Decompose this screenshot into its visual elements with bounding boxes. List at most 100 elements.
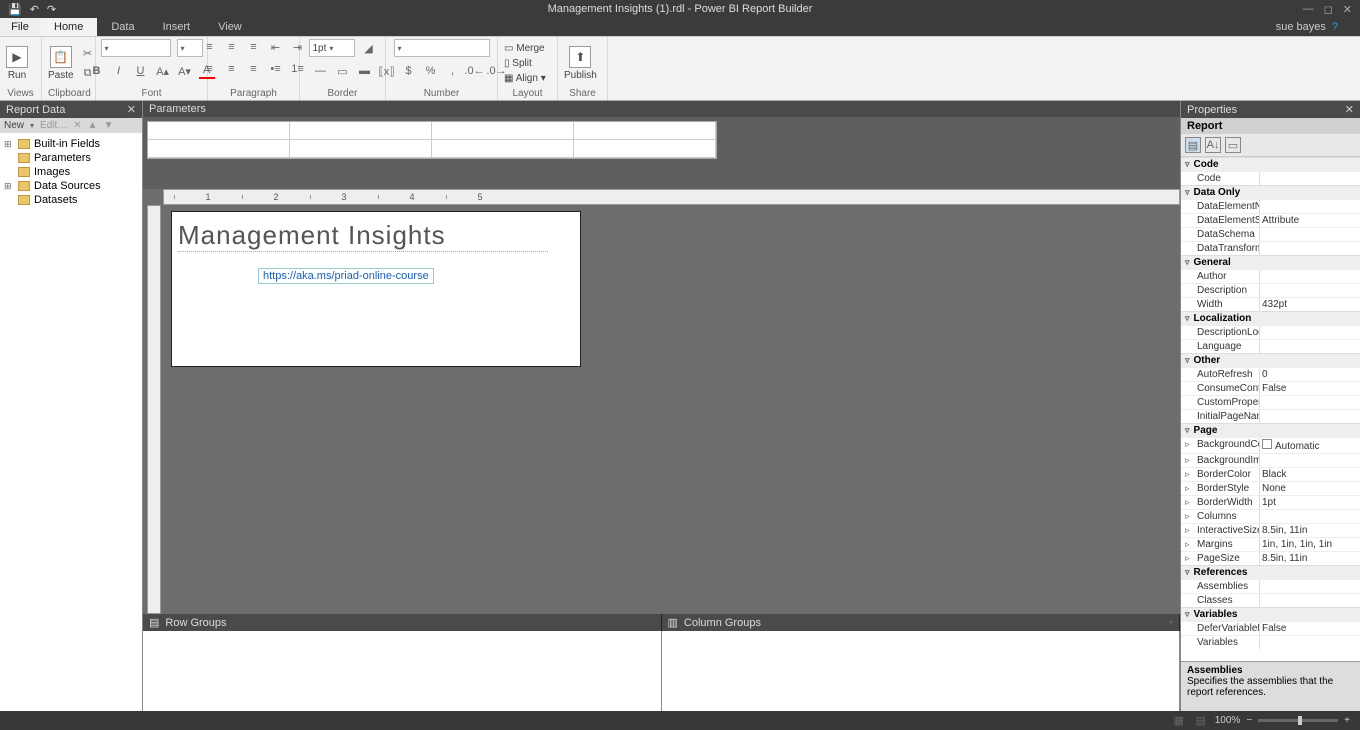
prop-row[interactable]: DeferVariableEvalFalse [1181,621,1360,635]
report-link-textbox[interactable]: https://aka.ms/priad-online-course [258,268,434,284]
publish-button[interactable]: ⬆Publish [564,46,597,81]
grow-font-icon[interactable]: A▴ [155,63,171,79]
undo-icon[interactable]: ↶ [30,3,39,16]
tree-item[interactable]: Images [4,165,138,179]
align-middle-icon[interactable]: ≡ [224,39,240,55]
prop-row[interactable]: InitialPageName [1181,409,1360,423]
move-down-icon[interactable]: ▼ [104,120,114,131]
report-title-textbox[interactable]: Management Insights [178,220,548,252]
new-button[interactable]: New [4,120,24,131]
file-menu[interactable]: File [0,18,40,36]
decrease-indent-icon[interactable]: ⇤ [268,39,284,55]
percent-icon[interactable]: % [423,63,439,79]
prop-category[interactable]: General [1181,255,1360,269]
prop-category[interactable]: Page [1181,423,1360,437]
border-style-icon[interactable]: — [313,63,329,79]
alphabetical-icon[interactable]: A↓ [1205,137,1221,153]
tab-data[interactable]: Data [97,18,148,36]
currency-icon[interactable]: $ [401,63,417,79]
prop-row[interactable]: Language [1181,339,1360,353]
prop-row[interactable]: Description [1181,283,1360,297]
bullets-icon[interactable]: •≡ [268,61,284,77]
parameters-grid[interactable] [147,121,717,159]
border-color-icon[interactable]: ◢ [361,40,377,56]
prop-row[interactable]: DataElementStyleAttribute [1181,213,1360,227]
prop-category[interactable]: Code [1181,157,1360,171]
report-canvas[interactable]: Management Insights https://aka.ms/priad… [171,211,581,367]
align-center-icon[interactable]: ≡ [224,61,240,77]
prop-category[interactable]: Data Only [1181,185,1360,199]
prop-row[interactable]: Margins1in, 1in, 1in, 1in [1181,537,1360,551]
align-right-icon[interactable]: ≡ [246,61,262,77]
tree-item[interactable]: ⊞Data Sources [4,179,138,193]
delete-icon[interactable]: ✕ [73,120,81,131]
prop-row[interactable]: Author [1181,269,1360,283]
prop-row[interactable]: BorderStyleNone [1181,481,1360,495]
border-width-combo[interactable]: 1pt [309,39,355,57]
prop-row[interactable]: DataSchema [1181,227,1360,241]
move-up-icon[interactable]: ▲ [88,120,98,131]
run-button[interactable]: ▶Run [6,46,28,81]
align-top-icon[interactable]: ≡ [202,39,218,55]
placeholder-icon[interactable]: ⟦x⟧ [379,63,395,79]
prop-row[interactable]: DescriptionLocID [1181,325,1360,339]
layout-view1-icon[interactable]: ▦ [1171,713,1187,729]
prop-row[interactable]: Width432pt [1181,297,1360,311]
close-panel-icon[interactable]: ✕ [127,103,136,116]
prop-row[interactable]: Assemblies [1181,579,1360,593]
save-icon[interactable]: 💾 [8,3,22,16]
user-name[interactable]: sue bayes [1276,21,1326,33]
prop-row[interactable]: AutoRefresh0 [1181,367,1360,381]
categorized-icon[interactable]: ▤ [1185,137,1201,153]
tree-item[interactable]: Parameters [4,151,138,165]
prop-category[interactable]: References [1181,565,1360,579]
tab-home[interactable]: Home [40,18,97,36]
align-button[interactable]: ▦ Align ▾ [504,73,546,84]
font-size-combo[interactable] [177,39,203,57]
cut-icon[interactable]: ✂ [80,46,96,62]
paste-button[interactable]: 📋Paste [48,46,74,81]
prop-row[interactable]: PageSize8.5in, 11in [1181,551,1360,565]
close-properties-icon[interactable]: ✕ [1345,103,1354,116]
comma-icon[interactable]: , [445,63,461,79]
merge-button[interactable]: ▭ Merge [504,43,546,54]
prop-category[interactable]: Variables [1181,607,1360,621]
prop-row[interactable]: InteractiveSize8.5in, 11in [1181,523,1360,537]
prop-row[interactable]: BorderWidth1pt [1181,495,1360,509]
edit-button[interactable]: Edit… [40,120,67,131]
prop-row[interactable]: BackgroundColorAutomatic [1181,437,1360,453]
font-family-combo[interactable] [101,39,171,57]
tab-view[interactable]: View [204,18,256,36]
tree-item[interactable]: Datasets [4,193,138,207]
increase-decimal-icon[interactable]: .0← [467,63,483,79]
help-icon[interactable]: ? [1332,21,1338,33]
prop-row[interactable]: Code [1181,171,1360,185]
prop-row[interactable]: Variables [1181,635,1360,649]
groups-menu-icon[interactable] [1169,618,1179,627]
underline-icon[interactable]: U [133,63,149,79]
prop-row[interactable]: DataElementNam [1181,199,1360,213]
prop-row[interactable]: BorderColorBlack [1181,467,1360,481]
prop-row[interactable]: Columns [1181,509,1360,523]
prop-category[interactable]: Other [1181,353,1360,367]
layout-view2-icon[interactable]: ▤ [1193,713,1209,729]
bold-icon[interactable]: B [89,63,105,79]
number-format-combo[interactable] [394,39,490,57]
tree-item[interactable]: ⊞Built-in Fields [4,137,138,151]
prop-row[interactable]: CustomPropertie [1181,395,1360,409]
zoom-out-icon[interactable]: − [1246,715,1252,726]
split-button[interactable]: ▯ Split [504,58,546,69]
border-preset-icon[interactable]: ▭ [335,63,351,79]
zoom-slider[interactable] [1258,719,1338,722]
tab-insert[interactable]: Insert [149,18,205,36]
prop-row[interactable]: ConsumeContainFalse [1181,381,1360,395]
align-left-icon[interactable]: ≡ [202,61,218,77]
fill-color-icon[interactable]: ▬ [357,63,373,79]
zoom-in-icon[interactable]: + [1344,715,1350,726]
shrink-font-icon[interactable]: A▾ [177,63,193,79]
close-icon[interactable]: ✕ [1343,3,1352,16]
prop-row[interactable]: Classes [1181,593,1360,607]
align-bottom-icon[interactable]: ≡ [246,39,262,55]
minimize-icon[interactable]: — [1303,3,1314,16]
maximize-icon[interactable]: ◻ [1324,3,1333,16]
